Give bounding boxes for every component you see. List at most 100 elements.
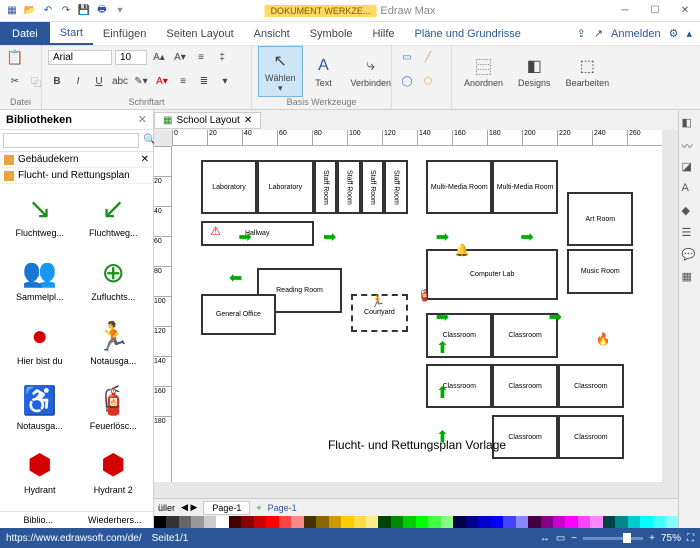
library-category-2[interactable]: Flucht- und Rettungsplan xyxy=(0,168,153,184)
close-button[interactable]: ✕ xyxy=(670,0,700,22)
open-icon[interactable]: 📂 xyxy=(22,3,38,19)
increase-font-icon[interactable]: A▴ xyxy=(150,48,168,66)
shape-rect-icon[interactable]: ▭ xyxy=(398,48,416,66)
room-complab[interactable]: Computer Lab xyxy=(426,249,558,300)
page-tab-1[interactable]: Page-1 xyxy=(203,501,250,515)
save-icon[interactable]: 💾 xyxy=(76,3,92,19)
room-general[interactable]: General Office xyxy=(201,294,276,335)
tab-help[interactable]: Hilfe xyxy=(363,24,405,44)
export-icon[interactable]: ↗ xyxy=(594,27,603,40)
text-tool[interactable]: AText xyxy=(306,52,342,90)
highlight-icon[interactable]: ✎▾ xyxy=(132,73,150,91)
zoom-out-icon[interactable]: − xyxy=(571,533,577,544)
theme-icon[interactable]: ◆ xyxy=(682,204,698,220)
tab-start[interactable]: Start xyxy=(50,23,93,45)
file-menu[interactable]: Datei xyxy=(0,22,50,45)
room-art[interactable]: Art Room xyxy=(567,192,633,246)
cut-icon[interactable]: ✂ xyxy=(6,73,24,91)
align-left-icon[interactable]: ≡ xyxy=(174,73,192,91)
tab-plans[interactable]: Pläne und Grundrisse xyxy=(405,24,531,44)
underline-icon[interactable]: U xyxy=(90,73,108,91)
shape-item[interactable]: 🧯Feuerlösc... xyxy=(78,381,150,443)
room-staff3[interactable]: Staff Room xyxy=(361,160,385,214)
designs-tool[interactable]: ◧Designs xyxy=(512,52,557,90)
collapse-ribbon-icon[interactable]: ▴ xyxy=(686,27,692,40)
room-mm1[interactable]: Multi-Media Room xyxy=(426,160,492,214)
room-c5[interactable]: Classroom xyxy=(558,364,624,409)
tab-page-layout[interactable]: Seiten Layout xyxy=(156,24,243,44)
zoom-slider[interactable] xyxy=(583,537,643,540)
shape-item[interactable]: 🏃Notausga... xyxy=(78,316,150,378)
align-center-icon[interactable]: ≣ xyxy=(195,73,213,91)
print-icon[interactable]: 🖶 xyxy=(94,3,110,19)
drawing-canvas[interactable]: Laboratory Laboratory Staff Room Staff R… xyxy=(172,146,662,482)
room-c7[interactable]: Classroom xyxy=(558,415,624,460)
page-tab-2[interactable]: Page-1 xyxy=(268,503,297,513)
arrange-tool[interactable]: ⿳Anordnen xyxy=(458,52,509,90)
shape-item[interactable]: ⬢Hydrant 2 xyxy=(78,445,150,507)
more-font-icon[interactable]: ▾ xyxy=(216,73,234,91)
shape-item[interactable]: ↙Fluchtweg... xyxy=(78,188,150,250)
room-c6[interactable]: Classroom xyxy=(492,415,558,460)
shape-item[interactable]: ⊕Zufluchts... xyxy=(78,252,150,314)
edit-tool[interactable]: ⬚Bearbeiten xyxy=(560,52,616,90)
size-select[interactable] xyxy=(115,50,147,65)
linespacing-icon[interactable]: ‡ xyxy=(213,48,231,66)
shape-item[interactable]: ⬢Hydrant xyxy=(4,445,76,507)
document-tab[interactable]: ▦School Layout✕ xyxy=(154,112,261,129)
strike-icon[interactable]: abc xyxy=(111,73,129,91)
tab-insert[interactable]: Einfügen xyxy=(93,24,156,44)
room-mm2[interactable]: Multi-Media Room xyxy=(492,160,558,214)
italic-icon[interactable]: I xyxy=(69,73,87,91)
shape-item[interactable]: ↘Fluchtweg... xyxy=(4,188,76,250)
library-category-1[interactable]: Gebäudekern✕ xyxy=(0,152,153,168)
minimize-button[interactable]: ─ xyxy=(610,0,640,22)
shape-item[interactable]: ●Hier bist du xyxy=(4,316,76,378)
fontcolor-icon[interactable]: A▾ xyxy=(153,73,171,91)
fit-page-icon[interactable]: ▭ xyxy=(556,533,565,544)
shape-star-icon[interactable]: ⬠ xyxy=(419,73,437,91)
new-icon[interactable]: ▦ xyxy=(4,3,20,19)
close-tab-icon[interactable]: ✕ xyxy=(244,115,252,126)
layers-icon[interactable]: ☰ xyxy=(682,226,698,242)
text-style-icon[interactable]: A xyxy=(682,182,698,198)
fill-icon[interactable]: ◧ xyxy=(682,116,698,132)
room-lab1[interactable]: Laboratory xyxy=(201,160,257,214)
more-icon[interactable]: ▾ xyxy=(112,3,128,19)
close-panel-icon[interactable]: ✕ xyxy=(138,113,147,126)
redo-icon[interactable]: ↷ xyxy=(58,3,74,19)
select-tool[interactable]: ↖Wählen▾ xyxy=(258,46,303,97)
decrease-font-icon[interactable]: A▾ xyxy=(171,48,189,66)
paste-icon[interactable]: 📋 xyxy=(6,48,24,66)
room-lab2[interactable]: Laboratory xyxy=(257,160,313,214)
tab-view[interactable]: Ansicht xyxy=(244,24,300,44)
connector-tool[interactable]: ⤷Verbinden xyxy=(345,52,398,90)
fit-width-icon[interactable]: ↔ xyxy=(540,533,550,544)
status-url[interactable]: https://www.edrawsoft.com/de/ xyxy=(6,533,142,544)
tab-symbols[interactable]: Symbole xyxy=(300,24,363,44)
properties-icon[interactable]: ▦ xyxy=(682,270,698,286)
footer-library[interactable]: Biblio... xyxy=(0,512,77,528)
add-page-icon[interactable]: + xyxy=(256,503,261,513)
library-search-input[interactable] xyxy=(3,133,139,148)
maximize-button[interactable]: ☐ xyxy=(640,0,670,22)
room-staff2[interactable]: Staff Room xyxy=(337,160,361,214)
bullets-icon[interactable]: ≡ xyxy=(192,48,210,66)
comment-icon[interactable]: 💬 xyxy=(682,248,698,264)
room-music[interactable]: Music Room xyxy=(567,249,633,294)
zoom-in-icon[interactable]: + xyxy=(649,533,655,544)
bold-icon[interactable]: B xyxy=(48,73,66,91)
undo-icon[interactable]: ↶ xyxy=(40,3,56,19)
room-staff1[interactable]: Staff Room xyxy=(314,160,338,214)
settings-icon[interactable]: ⚙ xyxy=(669,27,679,40)
shape-item[interactable]: 👥Sammelpl... xyxy=(4,252,76,314)
room-staff4[interactable]: Staff Room xyxy=(384,160,408,214)
footer-restore[interactable]: Wiederhers... xyxy=(77,512,154,528)
shape-item[interactable]: ♿Notausga... xyxy=(4,381,76,443)
font-select[interactable] xyxy=(48,50,112,65)
share-icon[interactable]: ⇪ xyxy=(577,27,586,40)
color-picker-bar[interactable] xyxy=(154,516,678,528)
line-icon[interactable]: 〰 xyxy=(682,138,698,154)
shape-line-icon[interactable]: ╱ xyxy=(419,48,437,66)
signin-link[interactable]: Anmelden xyxy=(611,28,661,40)
